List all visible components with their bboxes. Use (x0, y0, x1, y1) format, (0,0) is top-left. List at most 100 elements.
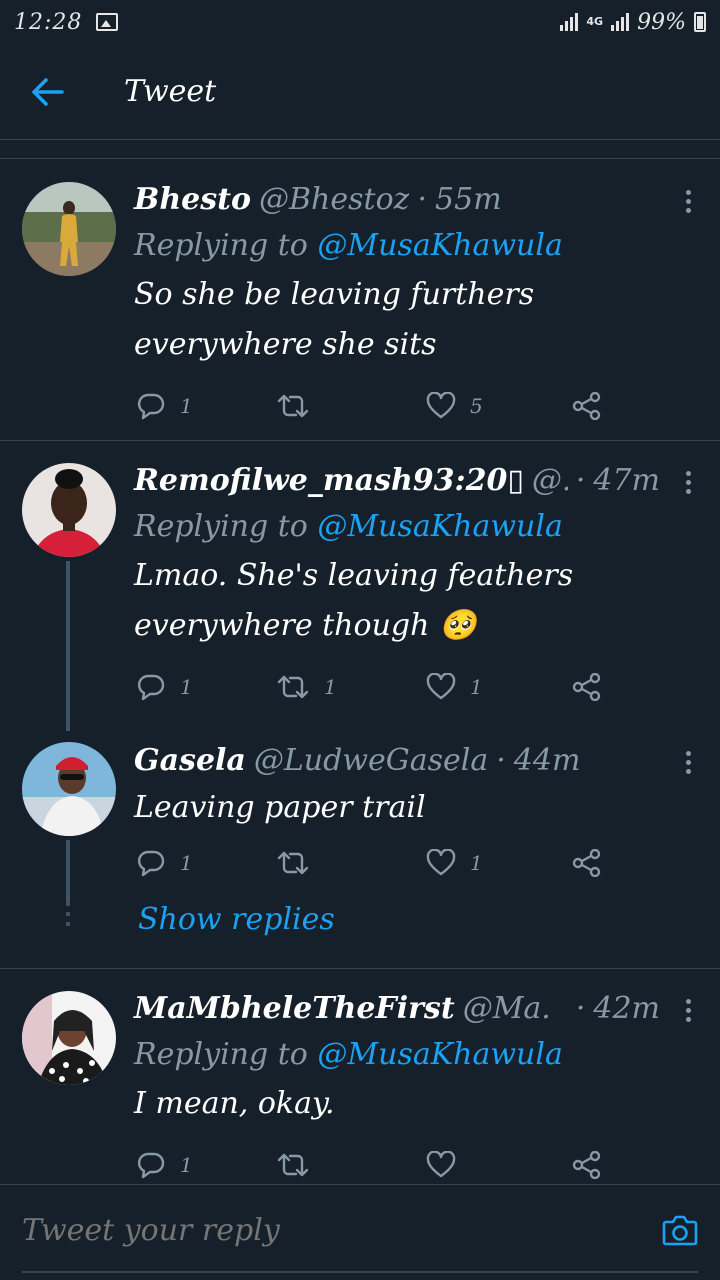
page-title: Tweet (124, 74, 217, 109)
reply-button[interactable]: 1 (136, 1151, 193, 1179)
heart-icon (426, 673, 456, 700)
author-handle[interactable]: @Bhestoz (259, 178, 409, 222)
camera-icon (662, 1215, 698, 1246)
share-button[interactable] (572, 1151, 602, 1179)
more-options-icon[interactable] (684, 471, 692, 494)
tweet-actions: 1 1 1 (136, 667, 616, 707)
reply-icon (137, 393, 165, 420)
author-name[interactable]: Bhesto (134, 178, 251, 222)
retweet-count: 1 (324, 675, 337, 699)
heart-icon (426, 849, 456, 876)
like-button[interactable]: 1 (426, 673, 483, 701)
mention-link[interactable]: @MusaKhawula (317, 228, 562, 263)
reply-icon (137, 1152, 165, 1179)
tweet-actions: 1 (136, 1145, 616, 1184)
tweet-actions: 1 5 (136, 386, 616, 426)
reply-button[interactable]: 1 (136, 392, 193, 420)
timestamp: 42m (593, 991, 660, 1026)
timestamp: 44m (513, 743, 581, 778)
thread-dots (66, 902, 70, 926)
reply-icon (137, 674, 165, 701)
avatar-mambhele[interactable] (22, 991, 116, 1085)
heart-icon (426, 392, 456, 419)
tweet-text: Lmao. She's leaving feathers everywhere … (134, 558, 574, 643)
share-icon (572, 392, 601, 420)
battery-icon (694, 12, 706, 32)
back-button[interactable] (0, 44, 96, 140)
more-options-icon[interactable] (684, 999, 692, 1022)
thread-line (66, 840, 70, 902)
retweet-button[interactable] (276, 850, 324, 876)
reply-count: 1 (180, 675, 193, 699)
like-button[interactable] (426, 1151, 470, 1179)
thread-line (66, 561, 70, 731)
status-bar: 12:28 4G 99% (0, 0, 720, 44)
avatar-bhesto[interactable] (22, 182, 116, 276)
replying-to: Replying to @MusaKhawula (134, 228, 563, 263)
retweet-icon (277, 1153, 309, 1177)
retweet-button[interactable] (276, 1152, 324, 1178)
author-handle[interactable]: @... (532, 459, 568, 503)
author-name[interactable]: Gasela (134, 739, 246, 783)
reply-input[interactable] (22, 1213, 622, 1248)
share-button[interactable] (572, 673, 602, 701)
signal-icon (560, 13, 579, 31)
share-button[interactable] (572, 392, 602, 420)
reply-underline (22, 1271, 698, 1273)
back-arrow-icon (32, 77, 64, 106)
avatar-gasela[interactable] (22, 742, 116, 836)
retweet-button[interactable]: 1 (276, 674, 337, 700)
retweet-button[interactable] (276, 393, 324, 419)
like-count: 1 (470, 851, 483, 875)
tweet-3[interactable]: Gasela @LudweGasela · 44m Leaving paper … (0, 727, 720, 902)
retweet-icon (277, 675, 309, 699)
retweet-icon (277, 394, 309, 418)
tweet-text: I mean, okay. (134, 1086, 335, 1121)
reply-count: 1 (180, 394, 193, 418)
image-notification-icon (96, 13, 119, 31)
pleading-face-emoji: 🥺 (438, 608, 477, 643)
timestamp: 47m (593, 463, 660, 498)
avatar-remofilwe[interactable] (22, 463, 116, 557)
like-count: 5 (470, 394, 483, 418)
share-button[interactable] (572, 849, 602, 877)
show-replies-link[interactable]: Show replies (138, 902, 335, 937)
like-count: 1 (470, 675, 483, 699)
author-handle[interactable]: @Ma... (463, 987, 548, 1031)
retweet-icon (277, 851, 309, 875)
reply-icon (137, 850, 165, 877)
tweet-2[interactable]: Remofilwe_mash93:20▯ @... · 47m Replying… (0, 441, 720, 731)
replying-to: Replying to @MusaKhawula (134, 509, 563, 544)
more-options-icon[interactable] (684, 190, 692, 213)
mention-link[interactable]: @MusaKhawula (317, 1037, 562, 1072)
network-type: 4G (586, 15, 604, 28)
top-bar: Tweet (0, 44, 720, 140)
author-handle[interactable]: @LudweGasela (254, 739, 488, 783)
camera-button[interactable] (662, 1213, 698, 1251)
author-name[interactable]: Remofilwe_mash93:20▯ (134, 459, 524, 503)
reply-count: 1 (180, 851, 193, 875)
reply-button[interactable]: 1 (136, 849, 193, 877)
reply-bar (0, 1184, 720, 1280)
tweet-text: So she be leaving furthers everywhere sh… (134, 277, 535, 362)
share-icon (572, 849, 601, 877)
like-button[interactable]: 1 (426, 849, 483, 877)
reply-count: 1 (180, 1153, 193, 1177)
timestamp: 55m (435, 182, 502, 217)
heart-icon (426, 1151, 456, 1178)
share-icon (572, 673, 601, 701)
replying-to: Replying to @MusaKhawula (134, 1037, 563, 1072)
like-button[interactable]: 5 (426, 392, 483, 420)
share-icon (572, 1151, 601, 1179)
more-options-icon[interactable] (684, 751, 692, 774)
mention-link[interactable]: @MusaKhawula (317, 509, 562, 544)
reply-button[interactable]: 1 (136, 673, 193, 701)
tweet-actions: 1 1 (136, 843, 616, 883)
tweet-1[interactable]: Bhesto @Bhestoz · 55m Replying to @MusaK… (0, 160, 720, 440)
tweet-4[interactable]: MaMbheleTheFirst @Ma... · 42m Replying t… (0, 969, 720, 1184)
battery-percent: 99% (637, 9, 686, 35)
signal-icon-2 (611, 13, 630, 31)
author-name[interactable]: MaMbheleTheFirst (134, 987, 455, 1031)
tweet-text: Leaving paper trail (134, 790, 426, 825)
status-time: 12:28 (14, 9, 83, 35)
